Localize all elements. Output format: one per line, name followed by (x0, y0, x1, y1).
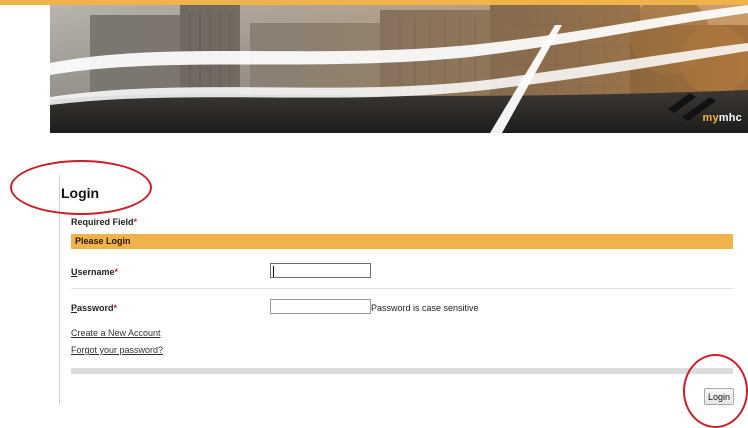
section-header-text: Please Login (75, 236, 131, 246)
password-label: Password* (71, 303, 118, 313)
username-input[interactable] (270, 263, 371, 278)
login-panel: Login Required Field* Please Login Usern… (59, 175, 740, 405)
section-header-bar: Please Login (71, 234, 733, 249)
login-button[interactable]: Login (704, 388, 734, 405)
username-label: Username* (71, 267, 119, 277)
footer-divider-bar (71, 368, 733, 374)
page-title: Login (61, 185, 100, 201)
required-field-note: Required Field* (71, 217, 138, 227)
text-caret (273, 266, 274, 277)
password-case-hint: Password is case sensitive (371, 303, 479, 313)
password-input[interactable] (270, 299, 371, 314)
forgot-password-link[interactable]: Forgot your password? (71, 345, 163, 355)
brand-logo-text: mymhc (702, 112, 742, 124)
header-banner: mymhc (50, 5, 748, 133)
create-account-link[interactable]: Create a New Account (71, 328, 161, 338)
row-divider (71, 288, 733, 289)
campus-building-banner-image (50, 5, 748, 133)
